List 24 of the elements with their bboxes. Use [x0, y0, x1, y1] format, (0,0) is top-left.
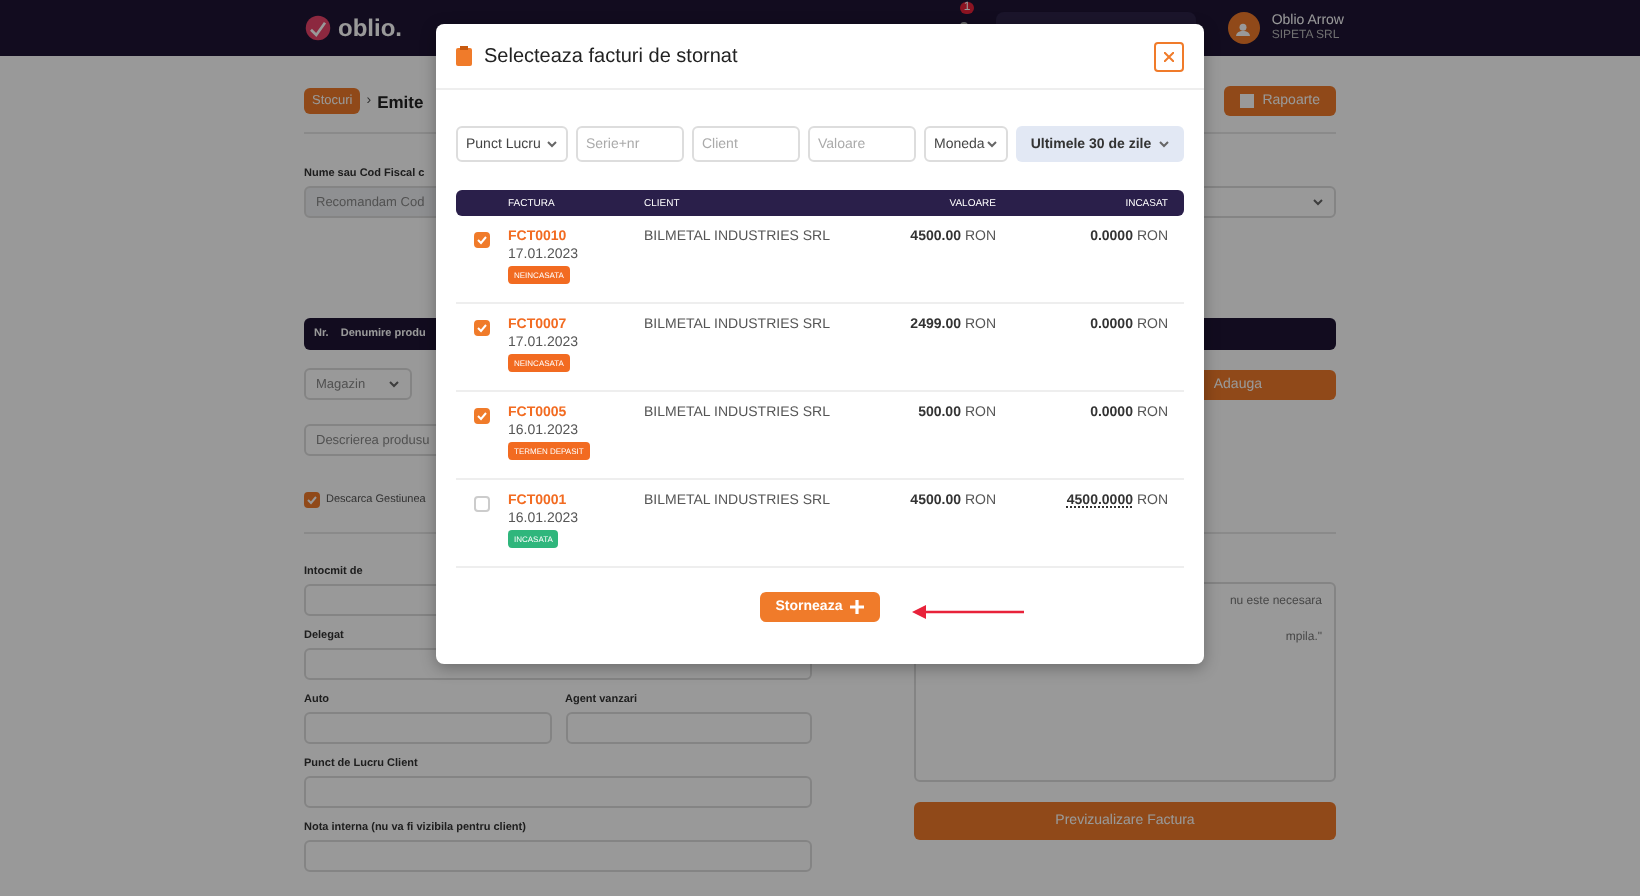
- chevron-down-icon: [1312, 198, 1324, 206]
- checkbox[interactable]: [474, 408, 490, 424]
- checkbox[interactable]: [474, 320, 490, 336]
- logo-text: oblio.: [338, 14, 402, 42]
- plus-icon: [850, 599, 865, 613]
- checkmark-icon: [476, 410, 488, 422]
- page-title: Emite: [377, 91, 424, 111]
- modal-title: Selecteaza facturi de stornat: [484, 45, 740, 67]
- checkmark-icon: [476, 322, 488, 334]
- chevron-down-icon: [388, 380, 400, 388]
- clipboard-icon: [456, 46, 472, 66]
- arrow-annotation: [912, 602, 1024, 622]
- checkmark-icon: [306, 494, 318, 506]
- logo-icon: [304, 14, 332, 42]
- close-icon: [1164, 51, 1174, 61]
- checkbox[interactable]: [474, 232, 490, 248]
- close-button[interactable]: [1154, 41, 1184, 71]
- chevron-down-icon: [986, 140, 998, 148]
- checkbox[interactable]: [304, 492, 320, 508]
- chevron-down-icon: [546, 140, 558, 148]
- checkmark-icon: [476, 234, 488, 246]
- chevron-down-icon: [1157, 140, 1170, 148]
- avatar-icon[interactable]: [1227, 12, 1260, 44]
- checkbox[interactable]: [474, 496, 490, 512]
